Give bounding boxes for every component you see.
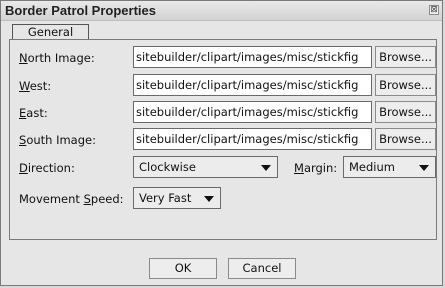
title-bar: Border Patrol Properties ⊠ bbox=[1, 1, 442, 21]
north-image-label: North Image: bbox=[19, 51, 95, 65]
direction-label: Direction: bbox=[19, 161, 75, 175]
chevron-down-icon bbox=[261, 165, 271, 171]
dialog-title: Border Patrol Properties bbox=[5, 3, 156, 18]
general-panel: North Image: sitebuilder/clipart/images/… bbox=[9, 39, 437, 240]
south-browse-button[interactable]: Browse... bbox=[375, 128, 436, 150]
movement-speed-label: Movement Speed: bbox=[19, 192, 124, 206]
south-image-input[interactable]: sitebuilder/clipart/images/misc/stickfig bbox=[133, 128, 372, 150]
direction-select[interactable]: Clockwise bbox=[133, 156, 278, 178]
ok-button[interactable]: OK bbox=[149, 258, 217, 279]
south-image-label: South Image: bbox=[19, 133, 96, 147]
movement-speed-select[interactable]: Very Fast bbox=[133, 187, 221, 209]
west-label: West: bbox=[19, 79, 52, 93]
east-label: East: bbox=[19, 106, 48, 120]
movement-speed-value: Very Fast bbox=[139, 191, 192, 205]
margin-label: Margin: bbox=[294, 161, 338, 175]
west-browse-button[interactable]: Browse... bbox=[375, 74, 436, 96]
north-browse-button[interactable]: Browse... bbox=[375, 46, 436, 68]
west-image-input[interactable]: sitebuilder/clipart/images/misc/stickfig bbox=[133, 74, 372, 96]
margin-value: Medium bbox=[349, 160, 395, 174]
north-image-input[interactable]: sitebuilder/clipart/images/misc/stickfig bbox=[133, 46, 372, 68]
margin-select[interactable]: Medium bbox=[343, 156, 436, 178]
tab-general[interactable]: General bbox=[12, 24, 89, 40]
east-image-input[interactable]: sitebuilder/clipart/images/misc/stickfig bbox=[133, 101, 372, 123]
direction-value: Clockwise bbox=[139, 160, 196, 174]
cancel-button[interactable]: Cancel bbox=[228, 258, 296, 279]
chevron-down-icon bbox=[204, 196, 214, 202]
properties-dialog: Border Patrol Properties ⊠ General North… bbox=[0, 0, 443, 286]
close-icon[interactable]: ⊠ bbox=[429, 5, 439, 15]
chevron-down-icon bbox=[419, 165, 429, 171]
east-browse-button[interactable]: Browse... bbox=[375, 101, 436, 123]
